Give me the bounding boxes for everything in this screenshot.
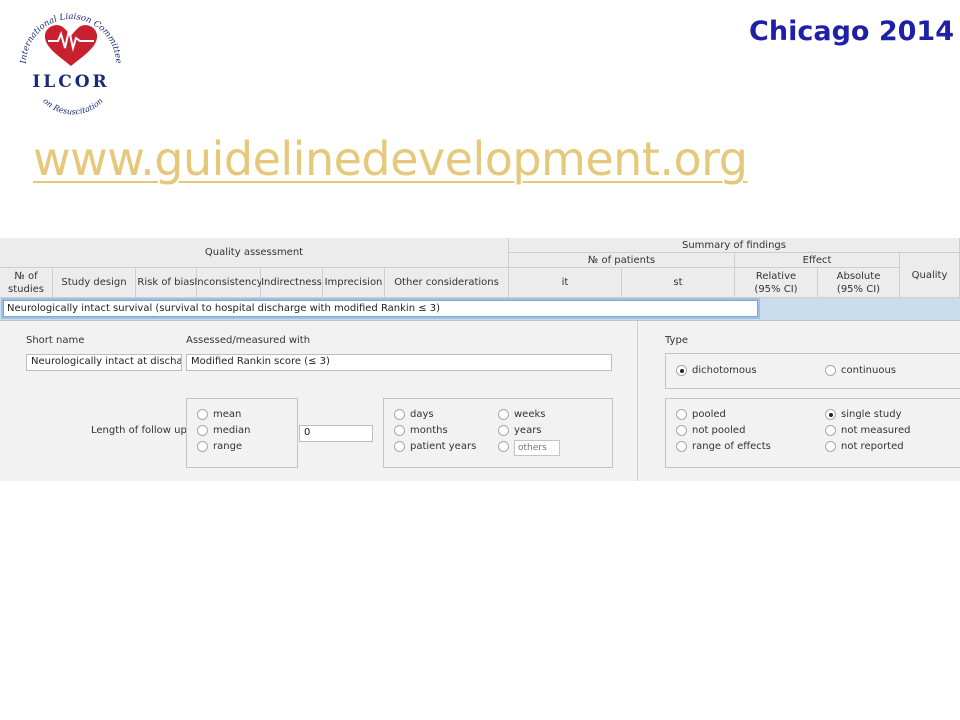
radio-dot: [498, 425, 509, 436]
radio-dot: [825, 365, 836, 376]
radio-days[interactable]: days: [394, 409, 434, 420]
type-label: Type: [665, 335, 688, 346]
radio-dot: [498, 441, 509, 452]
radio-range-of-effects-label: range of effects: [692, 441, 771, 452]
pooling-options-box: pooled not pooled range of effects singl…: [665, 398, 960, 468]
radio-years[interactable]: years: [498, 425, 542, 436]
radio-patient-years[interactable]: patient years: [394, 441, 476, 452]
num-patients-header: № of patients: [509, 253, 735, 268]
col-indirectness: Indirectness: [261, 268, 323, 298]
outcome-name-input[interactable]: [1, 298, 760, 319]
radio-dot: [394, 441, 405, 452]
radio-pooled[interactable]: pooled: [676, 409, 726, 420]
outcome-row: [0, 298, 960, 321]
radio-not-measured[interactable]: not measured: [825, 425, 911, 436]
short-name-input[interactable]: Neurologically intact at discharg: [26, 354, 182, 371]
radio-days-label: days: [410, 409, 434, 420]
others-input[interactable]: [514, 440, 560, 456]
radio-patient-years-label: patient years: [410, 441, 477, 452]
radio-not-reported-label: not reported: [841, 441, 904, 452]
radio-months-label: months: [410, 425, 448, 436]
heart-icon: [44, 25, 98, 66]
col-quality: Quality: [900, 253, 960, 298]
radio-mean[interactable]: mean: [197, 409, 241, 420]
assessed-input[interactable]: Modified Rankin score (≤ 3): [186, 354, 612, 371]
col-st: st: [622, 268, 735, 298]
radio-dichotomous[interactable]: dichotomous: [676, 365, 757, 376]
radio-dot-selected: [676, 365, 687, 376]
radio-dichotomous-label: dichotomous: [692, 365, 757, 376]
col-num-studies: № of studies: [0, 268, 53, 298]
radio-not-pooled-label: not pooled: [692, 425, 746, 436]
radio-years-label: years: [514, 425, 542, 436]
radio-dot: [676, 409, 687, 420]
radio-dot: [825, 441, 836, 452]
logo-main-text: ILCOR: [32, 72, 109, 92]
summary-of-findings-header: Summary of findings: [509, 238, 960, 253]
radio-dot: [825, 425, 836, 436]
radio-weeks[interactable]: weeks: [498, 409, 545, 420]
radio-not-pooled[interactable]: not pooled: [676, 425, 745, 436]
radio-range[interactable]: range: [197, 441, 242, 452]
col-study-design: Study design: [53, 268, 136, 298]
stat-options-box: mean median range: [186, 398, 298, 468]
effect-header: Effect: [735, 253, 900, 268]
radio-dot: [498, 409, 509, 420]
col-absolute: Absolute (95% CI): [818, 268, 900, 298]
follow-up-input[interactable]: 0: [299, 425, 373, 442]
col-imprecision: Imprecision: [323, 268, 385, 298]
radio-single-study[interactable]: single study: [825, 409, 902, 420]
radio-dot: [676, 441, 687, 452]
col-other-considerations: Other considerations: [385, 268, 509, 298]
radio-mean-label: mean: [213, 409, 242, 420]
radio-others[interactable]: [498, 441, 514, 452]
radio-single-study-label: single study: [841, 409, 902, 420]
radio-weeks-label: weeks: [514, 409, 546, 420]
col-it: it: [509, 268, 622, 298]
radio-not-reported[interactable]: not reported: [825, 441, 904, 452]
short-name-label: Short name: [26, 335, 85, 346]
outcome-details-panel: Short name Assessed/measured with Neurol…: [0, 321, 637, 481]
type-options-box: dichotomous continuous: [665, 353, 960, 389]
follow-up-label: Length of follow up: [91, 425, 187, 436]
assessed-label: Assessed/measured with: [186, 335, 311, 346]
radio-dot: [197, 409, 208, 420]
radio-continuous[interactable]: continuous: [825, 365, 896, 376]
radio-range-label: range: [213, 441, 243, 452]
gdt-screenshot: Quality assessment Summary of findings №…: [0, 238, 960, 481]
col-relative: Relative (95% CI): [735, 268, 818, 298]
unit-options-box: days months patient years weeks years: [383, 398, 613, 468]
col-risk-of-bias: Risk of bias: [136, 268, 197, 298]
logo-bottom-text: on Resuscitation: [41, 96, 104, 116]
radio-range-of-effects[interactable]: range of effects: [676, 441, 771, 452]
svg-text:on Resuscitation: on Resuscitation: [41, 96, 104, 116]
radio-months[interactable]: months: [394, 425, 448, 436]
radio-not-measured-label: not measured: [841, 425, 911, 436]
quality-assessment-header: Quality assessment: [0, 238, 509, 268]
radio-median-label: median: [213, 425, 251, 436]
guideline-url-link[interactable]: www.guidelinedevelopment.org: [33, 132, 748, 186]
radio-dot: [394, 425, 405, 436]
radio-dot: [394, 409, 405, 420]
radio-dot-selected: [825, 409, 836, 420]
radio-dot: [197, 441, 208, 452]
conference-title: Chicago 2014: [749, 16, 954, 47]
ilcor-logo: International Liaison Committee ILCOR on…: [19, 12, 123, 116]
radio-median[interactable]: median: [197, 425, 251, 436]
radio-dot: [197, 425, 208, 436]
radio-pooled-label: pooled: [692, 409, 726, 420]
type-panel: Type dichotomous continuous pooled not p…: [638, 321, 960, 481]
col-inconsistency: Inconsistency: [194, 268, 263, 298]
radio-dot: [676, 425, 687, 436]
radio-continuous-label: continuous: [841, 365, 896, 376]
